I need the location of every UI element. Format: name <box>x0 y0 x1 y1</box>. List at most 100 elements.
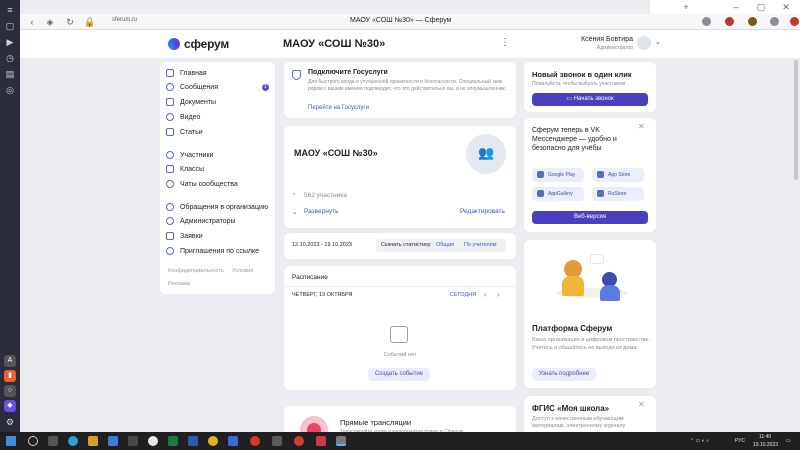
search-icon[interactable] <box>28 436 38 446</box>
chats-icon <box>166 180 174 188</box>
opera-icon[interactable] <box>250 436 260 446</box>
close-window-icon[interactable]: ✕ <box>780 1 792 13</box>
app-store-button[interactable]: App Store <box>592 168 644 182</box>
sphere-icon[interactable]: ○ <box>4 385 16 397</box>
footer-terms-link[interactable]: Условия <box>232 268 253 274</box>
sidebar-item-articles[interactable]: Статьи <box>166 125 203 139</box>
logo-text[interactable]: сферум <box>184 37 229 51</box>
footer-privacy-link[interactable]: Конфиденциальность <box>168 268 224 274</box>
store-icon[interactable] <box>108 436 118 446</box>
yandex-icon[interactable] <box>294 436 304 446</box>
sidebar-item-community-chats[interactable]: Чаты сообщества <box>166 177 238 191</box>
notifications-icon[interactable]: ▭ <box>786 438 791 444</box>
address-bar[interactable]: sferum.ru <box>112 17 137 23</box>
chevron-left-icon[interactable]: ‹ <box>484 290 487 299</box>
app-gallery-button[interactable]: AppGallery <box>532 187 584 201</box>
create-event-button[interactable]: Создать событие <box>368 368 430 381</box>
extension-icon[interactable] <box>790 17 799 26</box>
task-view-icon[interactable] <box>48 436 58 446</box>
sidebar-item-invite-links[interactable]: Приглашения по ссылке <box>166 244 259 258</box>
scrollbar[interactable] <box>794 60 798 180</box>
reload-icon[interactable]: ↻ <box>64 16 76 28</box>
expand-link[interactable]: Развернуть <box>304 208 338 215</box>
extension-icon[interactable] <box>770 17 779 26</box>
date-range[interactable]: 12.10.2023 - 19.10.2023 <box>292 242 352 248</box>
back-icon[interactable]: ‹ <box>26 16 38 28</box>
shield-icon[interactable]: ◈ <box>44 16 56 28</box>
edit-link[interactable]: Редактировать <box>460 208 505 215</box>
extension-icon[interactable] <box>702 17 711 26</box>
user-name[interactable]: Ксения Бовтира <box>565 36 633 43</box>
sidebar-item-video[interactable]: Видео <box>166 110 200 124</box>
add-tab-icon[interactable]: + <box>680 1 692 13</box>
learn-more-button[interactable]: Узнать подробнее <box>532 368 596 381</box>
start-call-button[interactable]: ▭ Начать звонок <box>532 93 648 106</box>
app-icon[interactable]: ▮ <box>4 370 16 382</box>
sferum-logo-icon[interactable] <box>168 38 180 50</box>
sidebar-item-members[interactable]: Участники <box>166 148 213 162</box>
alice-icon[interactable]: ◆ <box>4 400 16 412</box>
chevron-down-icon[interactable]: ⌄ <box>292 208 297 216</box>
yandex-browser-active-icon[interactable] <box>336 436 346 446</box>
huawei-icon <box>537 190 544 197</box>
clock-icon[interactable]: ◷ <box>4 52 16 64</box>
menu-icon[interactable]: ≡ <box>4 4 16 16</box>
web-version-button[interactable]: Веб-версия <box>532 211 648 224</box>
folder-icon[interactable] <box>88 436 98 446</box>
maximize-icon[interactable]: ▢ <box>755 1 767 13</box>
statistics-card: 12.10.2023 - 19.10.2023 Скачать статисти… <box>284 233 516 259</box>
language-indicator[interactable]: РУС <box>735 438 745 444</box>
stats-teachers-button[interactable]: По учителям <box>464 242 497 248</box>
sidebar-item-documents[interactable]: Документы <box>166 95 216 109</box>
platform-text: Ваша организация в цифровом пространстве… <box>532 337 650 351</box>
close-icon[interactable]: ✕ <box>638 400 645 409</box>
word-icon[interactable] <box>188 436 198 446</box>
schedule-card: Расписание ЧЕТВЕРГ, 19 ОКТЯБРЯ СЕГОДНЯ ‹… <box>284 266 516 390</box>
edge-icon[interactable] <box>68 436 78 446</box>
sidebar-item-admins[interactable]: Администраторы <box>166 214 236 228</box>
app-icon[interactable] <box>228 436 238 446</box>
tabs-icon[interactable]: ▢ <box>4 20 16 32</box>
browser-toolbar: ‹ ◈ ↻ 🔒 sferum.ru МАОУ «СОШ №30» — Сферу… <box>20 14 800 30</box>
call-subtitle: Пожалуйста, чтобы выбрать участников <box>532 81 626 87</box>
sidebar-item-home[interactable]: Главная <box>166 66 207 80</box>
chrome-icon[interactable] <box>208 436 218 446</box>
yandex-browser-icon[interactable] <box>148 436 158 446</box>
location-icon[interactable]: ◎ <box>4 84 16 96</box>
sidebar-item-classes[interactable]: Классы <box>166 162 204 176</box>
google-play-button[interactable]: Google Play <box>532 168 584 182</box>
translate-icon[interactable]: A <box>4 355 16 367</box>
clock-date[interactable]: 19.10.2023 <box>753 442 778 448</box>
avatar[interactable] <box>637 36 651 50</box>
gosuslugi-link[interactable]: Перейти на Госуслуги <box>308 105 369 111</box>
members-count: 562 участника <box>304 192 347 199</box>
rustore-button[interactable]: RuStore <box>592 187 644 201</box>
app-icon[interactable] <box>316 436 326 446</box>
app-icon[interactable] <box>128 436 138 446</box>
app-icon[interactable] <box>272 436 282 446</box>
excel-icon[interactable] <box>168 436 178 446</box>
today-button[interactable]: СЕГОДНЯ <box>450 292 476 298</box>
members-icon: ◔ <box>292 192 296 198</box>
extension-icon[interactable] <box>748 17 757 26</box>
sidebar-item-messages[interactable]: Сообщения <box>166 80 218 94</box>
settings-icon[interactable]: ⚙ <box>4 416 16 428</box>
minimize-icon[interactable]: – <box>730 1 742 13</box>
stats-general-button[interactable]: Общая <box>436 242 454 248</box>
org-avatar[interactable]: 👥 <box>466 134 506 174</box>
users-icon <box>166 151 174 159</box>
org-card-title: МАОУ «СОШ №30» <box>294 148 378 158</box>
tray-icons[interactable]: ⌃ ▭ ◐ ♪ <box>690 438 709 444</box>
window-controls: + – ▢ ✕ <box>650 0 800 14</box>
more-icon[interactable]: ⋮ <box>500 37 510 48</box>
chevron-down-icon[interactable]: ⌄ <box>655 38 661 46</box>
sidebar-item-requests-org[interactable]: Обращения в организацию <box>166 200 268 214</box>
clock-time[interactable]: 11:40 <box>759 434 771 440</box>
footer-ads-link[interactable]: Реклама <box>168 281 190 287</box>
calendar-icon[interactable]: ▤ <box>4 68 16 80</box>
sidebar-item-applications[interactable]: Заявки <box>166 229 203 243</box>
play-icon[interactable]: ▶ <box>4 36 16 48</box>
chevron-right-icon[interactable]: › <box>497 290 500 299</box>
extension-icon[interactable] <box>725 17 734 26</box>
windows-start-icon[interactable] <box>6 436 16 446</box>
